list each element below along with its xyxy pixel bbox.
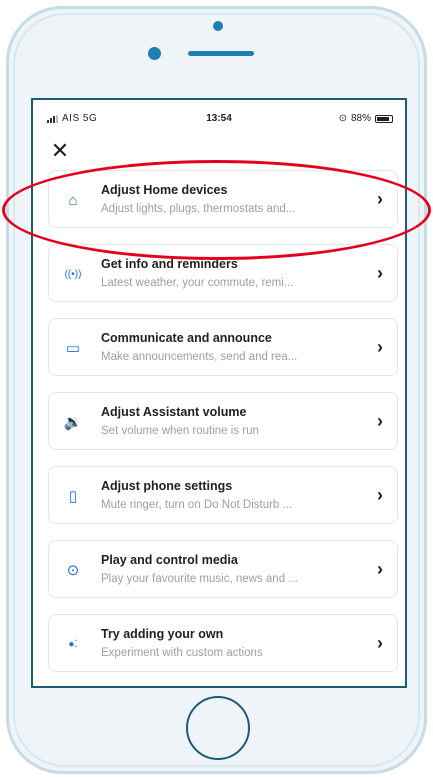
battery-percent: 88% (350, 113, 371, 124)
chevron-right-icon[interactable]: › (377, 410, 383, 432)
routine-subtitle: Mute ringer, turn on Do Not Disturb ... (101, 499, 293, 511)
home-icon: ⌂ (68, 192, 78, 209)
home-button[interactable] (186, 696, 250, 760)
routine-title: Adjust Home devices (101, 183, 228, 197)
routine-title: Communicate and announce (101, 331, 272, 345)
routine-title: Play and control media (101, 553, 238, 567)
close-icon[interactable]: ✕ (49, 140, 71, 162)
status-right: ⊙ 88% (339, 113, 393, 124)
chevron-right-icon[interactable]: › (377, 632, 383, 654)
routine-subtitle: Play your favourite music, news and ... (101, 573, 298, 585)
routine-title: Try adding your own (101, 627, 224, 641)
play-icon: ⊙ (66, 562, 80, 579)
routine-card[interactable]: ▭ Communicate and announce Make announceme… (48, 318, 398, 376)
phone-icon: ▯ (68, 488, 78, 505)
camera-dot (213, 21, 223, 31)
battery-icon (375, 114, 393, 123)
broadcast-icon: ((•)) (64, 269, 82, 280)
phone-screen: AIS 5G 13:54 ⊙ 88% ✕ ⌂ Adjust Home device… (31, 98, 407, 688)
routine-card[interactable]: ▯ Adjust phone settings Mute ringer, turn … (48, 466, 398, 524)
routine-title: Adjust Assistant volume (101, 405, 247, 419)
chevron-right-icon[interactable]: › (377, 558, 383, 580)
routine-title: Get info and reminders (101, 257, 238, 271)
assistant-icon: ●⁚ (68, 639, 78, 650)
routine-card[interactable]: 🔉 Adjust Assistant volume Set volume when … (48, 392, 398, 450)
chevron-right-icon[interactable]: › (377, 188, 383, 210)
status-bar: AIS 5G 13:54 ⊙ 88% (33, 100, 405, 138)
volume-icon: 🔉 (63, 414, 83, 431)
routine-subtitle: Make announcements, send and rea... (101, 351, 298, 363)
chat-icon: ▭ (65, 340, 81, 357)
routine-card[interactable]: ⌂ Adjust Home devices Adjust lights, plugs… (48, 170, 398, 228)
chevron-right-icon[interactable]: › (377, 336, 383, 358)
chevron-right-icon[interactable]: › (377, 484, 383, 506)
routine-title: Adjust phone settings (101, 479, 233, 493)
routine-actions-list: ⌂ Adjust Home devices Adjust lights, plugs… (48, 170, 398, 686)
routine-card[interactable]: ●⁚ Try adding your own Experiment with cus… (48, 614, 398, 672)
chevron-right-icon[interactable]: › (377, 262, 383, 284)
speaker-grille (188, 51, 254, 56)
routine-subtitle: Set volume when routine is run (101, 425, 259, 437)
routine-subtitle: Latest weather, your commute, remi... (101, 277, 294, 289)
sensor-dot (148, 47, 161, 60)
routine-subtitle: Experiment with custom actions (101, 647, 263, 659)
routine-subtitle: Adjust lights, plugs, thermostats and... (101, 203, 296, 215)
alarm-icon: ⊙ (338, 113, 347, 124)
routine-card[interactable]: ⊙ Play and control media Play your favouri… (48, 540, 398, 598)
routine-card[interactable]: ((•)) Get info and reminders Latest weathe… (48, 244, 398, 302)
